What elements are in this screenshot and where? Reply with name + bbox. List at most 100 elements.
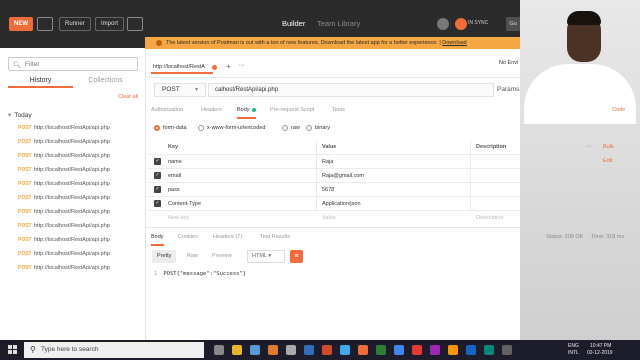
postman-app-icon[interactable] bbox=[358, 345, 368, 355]
history-item[interactable]: POST http://localhost/RestApi/api.php bbox=[18, 123, 110, 133]
row-checkbox[interactable]: ✓ bbox=[154, 158, 161, 165]
pretty-button[interactable]: Pretty bbox=[152, 250, 177, 263]
tab-options-button[interactable]: ··· bbox=[238, 62, 245, 69]
app-icon[interactable] bbox=[412, 345, 422, 355]
tab-test-results[interactable]: Test Results bbox=[260, 230, 290, 244]
history-method: POST bbox=[18, 237, 32, 243]
tab-response-headers[interactable]: Headers (7) bbox=[213, 230, 242, 244]
file-explorer-icon[interactable] bbox=[232, 345, 242, 355]
windows-start-icon[interactable] bbox=[8, 345, 18, 355]
format-select[interactable]: HTML ▾ bbox=[247, 250, 285, 263]
row-value[interactable]: Raja@gmail.com bbox=[322, 169, 364, 183]
more-options-icon[interactable]: ··· bbox=[586, 140, 592, 154]
history-method: POST bbox=[18, 167, 32, 173]
radio-binary[interactable]: binary bbox=[306, 123, 330, 133]
radio-selected-icon bbox=[154, 124, 160, 131]
history-item[interactable]: POST http://localhost/RestApi/api.php bbox=[18, 193, 110, 203]
app-icon[interactable] bbox=[286, 345, 296, 355]
task-view-icon[interactable] bbox=[214, 345, 224, 355]
tab-collections[interactable]: Collections bbox=[73, 74, 138, 88]
bulk-edit-link[interactable]: Bulk Edit bbox=[603, 140, 614, 168]
app-icon[interactable] bbox=[484, 345, 494, 355]
history-item[interactable]: POST http://localhost/RestApi/api.php bbox=[18, 151, 110, 161]
tab-authorization[interactable]: Authorization bbox=[151, 103, 183, 117]
language-indicator[interactable]: ENG bbox=[568, 343, 579, 349]
history-item[interactable]: POST http://localhost/RestApi/api.php bbox=[18, 179, 110, 189]
user-menu[interactable]: Gu bbox=[506, 17, 520, 31]
row-key[interactable]: email bbox=[168, 169, 181, 183]
app-icon[interactable] bbox=[502, 345, 512, 355]
new-button[interactable]: NEW bbox=[9, 17, 33, 31]
response-text[interactable]: POST{"message":"Success"} bbox=[163, 271, 246, 277]
download-link[interactable]: Download bbox=[442, 40, 466, 46]
environment-select[interactable]: No Envi bbox=[499, 60, 518, 66]
row-checkbox[interactable]: ✓ bbox=[154, 172, 161, 179]
app-icon[interactable] bbox=[466, 345, 476, 355]
radio-raw[interactable]: raw bbox=[282, 123, 300, 133]
add-tab-button[interactable]: + bbox=[226, 62, 231, 71]
radio-form-data[interactable]: form-data bbox=[154, 123, 187, 133]
row-key[interactable]: name bbox=[168, 155, 182, 169]
app-icon[interactable] bbox=[304, 345, 314, 355]
row-value[interactable]: Raja bbox=[322, 155, 333, 169]
request-tab[interactable]: http://localhost/RestA bbox=[151, 60, 217, 74]
raw-button[interactable]: Raw bbox=[182, 250, 203, 263]
row-value[interactable]: Application/json bbox=[322, 197, 361, 211]
tab-body[interactable]: Body bbox=[237, 103, 256, 119]
history-item[interactable]: POST http://localhost/RestApi/api.php bbox=[18, 165, 110, 175]
history-method: POST bbox=[18, 195, 32, 201]
tab-history[interactable]: History bbox=[8, 74, 73, 88]
history-url: http://localhost/RestApi/api.php bbox=[34, 223, 110, 229]
tab-headers[interactable]: Headers bbox=[201, 103, 222, 117]
sync-icon[interactable] bbox=[455, 18, 467, 30]
url-input[interactable]: calhost/RestApi/api.php bbox=[208, 83, 494, 97]
history-item[interactable]: POST http://localhost/RestApi/api.php bbox=[18, 137, 110, 147]
taskbar-search-placeholder: Type here to search bbox=[41, 346, 99, 353]
row-key[interactable]: pass bbox=[168, 183, 180, 197]
history-item[interactable]: POST http://localhost/RestApi/api.php bbox=[18, 235, 110, 245]
preview-button[interactable]: Preview bbox=[207, 250, 237, 263]
taskbar-search[interactable]: ⚲ Type here to search bbox=[24, 342, 204, 358]
history-item[interactable]: POST http://localhost/RestApi/api.php bbox=[18, 221, 110, 231]
history-method: POST bbox=[18, 125, 32, 131]
app-icon[interactable] bbox=[376, 345, 386, 355]
app-icon[interactable] bbox=[322, 345, 332, 355]
tab-response-body[interactable]: Body bbox=[151, 230, 164, 246]
new-key-input[interactable]: New key bbox=[168, 211, 189, 225]
firefox-icon[interactable] bbox=[448, 345, 458, 355]
params-button[interactable]: Params bbox=[497, 83, 520, 97]
app-icon[interactable] bbox=[268, 345, 278, 355]
row-checkbox[interactable]: ✓ bbox=[154, 186, 161, 193]
app-icon[interactable] bbox=[340, 345, 350, 355]
history-item[interactable]: POST http://localhost/RestApi/api.php bbox=[18, 263, 110, 273]
wrap-lines-icon[interactable]: ≡ bbox=[290, 250, 303, 263]
history-group-today[interactable]: ▾ Today bbox=[8, 111, 32, 119]
tab-builder[interactable]: Builder bbox=[282, 19, 305, 29]
new-row: New key Value Description bbox=[148, 210, 520, 224]
code-link[interactable]: Code bbox=[612, 103, 625, 117]
filter-input[interactable] bbox=[25, 59, 125, 69]
history-item[interactable]: POST http://localhost/RestApi/api.php bbox=[18, 207, 110, 217]
tab-tests[interactable]: Tests bbox=[332, 103, 345, 117]
clock-time[interactable]: 10:47 PM bbox=[590, 343, 611, 349]
sidebar-toggle-icon[interactable] bbox=[37, 17, 53, 31]
tab-pre-request-script[interactable]: Pre-request Script bbox=[270, 103, 314, 117]
import-button[interactable]: Import bbox=[95, 17, 125, 31]
row-value[interactable]: 5678 bbox=[322, 183, 334, 197]
tab-team-library[interactable]: Team Library bbox=[317, 19, 360, 29]
app-icon[interactable] bbox=[430, 345, 440, 355]
app-icon[interactable] bbox=[250, 345, 260, 355]
new-window-icon[interactable] bbox=[127, 17, 143, 31]
method-select[interactable]: POST ▾ bbox=[154, 83, 206, 97]
new-description-input[interactable]: Description bbox=[476, 211, 504, 225]
clear-all-link[interactable]: Clear all bbox=[118, 94, 138, 100]
interceptor-icon[interactable] bbox=[437, 18, 449, 30]
row-checkbox[interactable]: ✓ bbox=[154, 200, 161, 207]
new-value-input[interactable]: Value bbox=[322, 211, 336, 225]
row-key[interactable]: Content-Type bbox=[168, 197, 201, 211]
radio-urlencoded[interactable]: x-www-form-urlencoded bbox=[198, 123, 265, 133]
runner-button[interactable]: Runner bbox=[59, 17, 91, 31]
tab-cookies[interactable]: Cookies bbox=[178, 230, 198, 244]
chrome-icon[interactable] bbox=[394, 345, 404, 355]
history-item[interactable]: POST http://localhost/RestApi/api.php bbox=[18, 249, 110, 259]
